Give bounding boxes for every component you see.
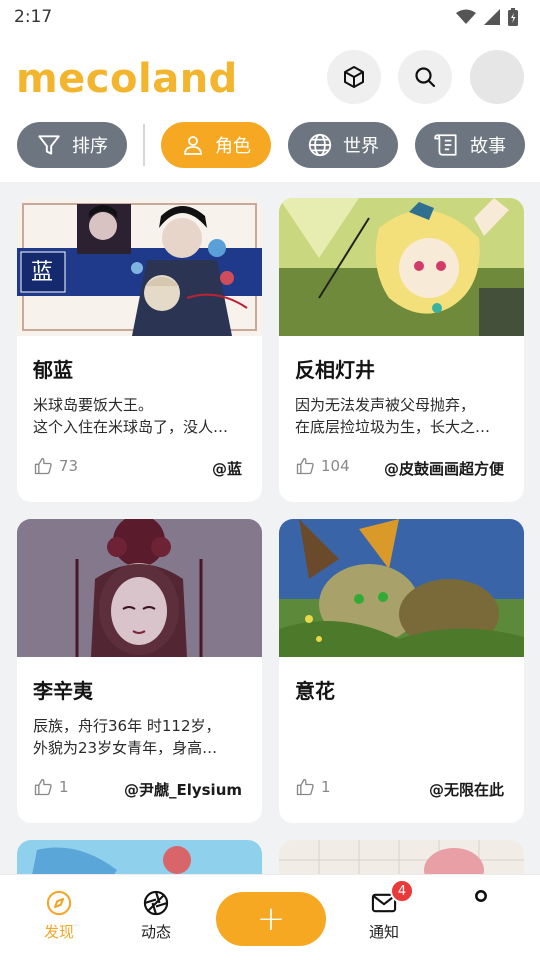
character-description: 这个入住在米球岛了，没人… <box>33 418 229 436</box>
status-icons <box>456 8 518 26</box>
character-cover-image <box>17 519 262 657</box>
nav-profile[interactable] <box>441 889 521 917</box>
signal-icon <box>484 9 500 25</box>
character-description: 因为无法发声被父母抛弃， <box>295 396 476 414</box>
profile-icon <box>475 890 487 902</box>
character-name: 李辛夷 <box>33 679 93 703</box>
compass-icon <box>46 890 72 916</box>
filter-story-label: 故事 <box>470 136 506 157</box>
thumbs-up-icon <box>296 778 314 796</box>
like-button[interactable]: 73 <box>33 456 78 476</box>
thumbs-up-icon <box>34 457 52 475</box>
filter-sort-label: 排序 <box>72 136 108 157</box>
like-count: 73 <box>59 457 79 475</box>
character-card[interactable]: 反相灯井 因为无法发声被父母抛弃， 在底层捡垃圾为生，长大之… 104 @皮鼓画… <box>279 198 524 502</box>
character-card[interactable] <box>17 840 262 874</box>
cover-badge-text: 蓝 <box>31 260 54 285</box>
nav-notifications-label: 通知 <box>368 923 399 941</box>
scroll-icon <box>434 134 457 156</box>
cube-button[interactable] <box>327 50 381 104</box>
app-logo: mecoland <box>16 56 238 102</box>
character-card[interactable]: 蓝 郁蓝 米球岛要饭大王。 这个入住在米球岛了，没人… 73 @蓝 <box>17 198 262 502</box>
character-description: 在底层捡垃圾为生，长大之… <box>295 418 491 436</box>
like-button[interactable]: 1 <box>33 777 69 797</box>
character-feed: 蓝 郁蓝 米球岛要饭大王。 这个入住在米球岛了，没人… 73 @蓝 反相灯井 因… <box>0 182 540 874</box>
character-name: 意花 <box>295 679 335 703</box>
author-handle[interactable]: @蓝 <box>212 458 242 479</box>
cube-icon <box>344 66 364 88</box>
like-button[interactable]: 104 <box>295 456 350 476</box>
character-name: 郁蓝 <box>33 358 73 382</box>
thumbs-up-icon <box>34 778 52 796</box>
author-handle[interactable]: @无限在此 <box>429 779 504 800</box>
create-button[interactable]: + <box>216 892 326 946</box>
bottom-navigation: 发现 动态 + 通知 4 <box>0 874 540 960</box>
character-card[interactable]: 意花 1 @无限在此 <box>279 519 524 823</box>
battery-icon <box>508 8 518 26</box>
character-description: 米球岛要饭大王。 <box>33 396 154 414</box>
nav-discover[interactable]: 发现 <box>19 889 99 942</box>
filter-world-label: 世界 <box>343 136 379 157</box>
app-header: mecoland 排序 角色 世界 故事 <box>0 34 540 182</box>
like-count: 1 <box>321 778 331 796</box>
nav-feed-label: 动态 <box>140 923 171 941</box>
wifi-icon <box>456 9 476 24</box>
author-handle[interactable]: @尹虤_Elysium <box>124 779 242 800</box>
search-icon <box>415 67 436 88</box>
character-card[interactable] <box>279 840 524 874</box>
thumbs-up-icon <box>296 457 314 475</box>
aperture-icon <box>143 890 169 916</box>
like-count: 1 <box>59 778 69 796</box>
person-icon <box>184 136 202 155</box>
status-bar: 2:17 <box>0 0 540 34</box>
character-cover-image <box>17 840 262 874</box>
filter-world[interactable]: 世界 <box>288 122 398 168</box>
like-button[interactable]: 1 <box>295 777 331 797</box>
character-description: 辰族，舟行36年 时112岁， <box>33 717 221 735</box>
globe-icon <box>308 133 332 157</box>
filter-story[interactable]: 故事 <box>415 122 525 168</box>
character-cover-image: 蓝 <box>17 198 262 336</box>
character-name: 反相灯井 <box>295 358 375 382</box>
filter-character-label: 角色 <box>215 136 251 157</box>
nav-discover-label: 发现 <box>43 923 74 941</box>
like-count: 104 <box>321 457 350 475</box>
filter-sort[interactable]: 排序 <box>17 122 127 168</box>
character-cover-image <box>279 198 524 336</box>
avatar[interactable] <box>470 50 524 104</box>
character-cover-image <box>279 519 524 657</box>
filter-icon <box>38 135 60 155</box>
status-time: 2:17 <box>14 7 53 27</box>
search-button[interactable] <box>398 50 452 104</box>
filter-divider <box>143 124 145 166</box>
notification-badge: 4 <box>390 879 414 903</box>
nav-feed[interactable]: 动态 <box>116 889 196 942</box>
character-description: 外貌为23岁女青年，身高… <box>33 739 218 757</box>
filter-character[interactable]: 角色 <box>161 122 271 168</box>
character-card[interactable]: 李辛夷 辰族，舟行36年 时112岁， 外貌为23岁女青年，身高… 1 @尹虤_… <box>17 519 262 823</box>
character-cover-image <box>279 840 524 874</box>
author-handle[interactable]: @皮鼓画画超方便 <box>384 458 504 479</box>
